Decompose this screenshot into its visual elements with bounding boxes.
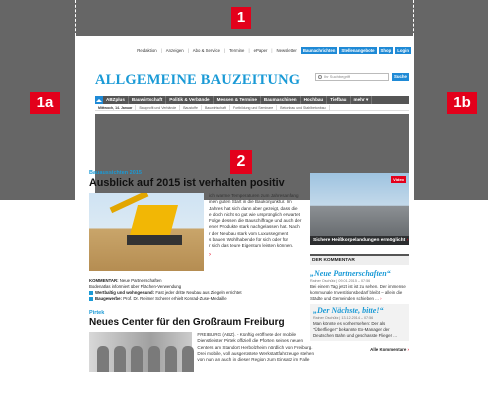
article2-headline[interactable]: Neues Center für den Großraum Freiburg — [89, 317, 314, 328]
site-logo[interactable]: ALLGEMEINE BAUZEITUNG — [95, 72, 300, 89]
video-caption[interactable]: Sichere Heißkorpelandungen ermöglicht › — [310, 236, 409, 245]
kommentar-meta: Rainer Oschütz | 09.01.2015 – 07:56 — [310, 279, 371, 283]
all-comments-arrow: › — [407, 346, 409, 352]
kommentar-heading: DER KOMMENTAR — [310, 254, 409, 265]
read-more-arrow[interactable]: › — [209, 252, 314, 258]
kommentar-more[interactable]: › — [380, 296, 381, 301]
topnav-redaktion[interactable]: Redaktion — [135, 47, 158, 54]
person — [182, 346, 194, 372]
main-navigation: ABZplus Bauwirtschaft Politik & Verbände… — [95, 96, 409, 104]
search-button[interactable]: Suche — [392, 73, 409, 81]
nav-hochbau[interactable]: Hochbau — [301, 96, 328, 104]
article2-kicker[interactable]: Pirtek — [89, 310, 314, 316]
excavator-track — [127, 235, 182, 245]
kommentar-meta: Rainer Oschütz | 13.12.2014 – 07:56 — [313, 316, 374, 321]
nav-politik-verbaende[interactable]: Politik & Verbände — [166, 96, 214, 104]
article-icon — [89, 296, 93, 301]
article-icon — [89, 290, 93, 295]
teaser-line: r sich das teure Eigentum leisten können… — [209, 243, 294, 249]
nav-messen-termine[interactable]: Messen & Termine — [214, 96, 261, 104]
topnav-anzeigen[interactable]: Anzeigen — [164, 47, 186, 54]
subnav-item[interactable]: Bauprofit und Verbände — [136, 105, 181, 110]
top-navigation: Redaktion | Anzeigen | Abo & Service | Term… — [135, 47, 411, 54]
home-button[interactable] — [95, 96, 103, 104]
excavator — [129, 205, 179, 235]
stellenangebote-button[interactable]: Stellenangebote — [339, 47, 377, 54]
person — [97, 346, 109, 372]
topnav-termine[interactable]: Termine — [227, 47, 246, 54]
topnav-epaper[interactable]: ePaper — [252, 47, 270, 54]
zone-label-1b: 1b — [447, 92, 477, 114]
all-comments-link[interactable]: Alle Kommentare › — [310, 347, 409, 352]
video-badge: Video — [391, 176, 406, 183]
article-teaser: ich warme Temperaturen zum Jahresanfang … — [204, 193, 314, 271]
article-lead: ich warme Temperaturen zum Jahresanfang … — [89, 193, 314, 271]
nav-abzplus[interactable]: ABZplus — [103, 96, 129, 104]
teaser-line: Centers am Standort Herbolzheim nördlich… — [197, 344, 313, 350]
subnav-item[interactable]: Fortbildung und Seminare — [230, 105, 278, 110]
nav-baumaschinen[interactable]: Baumaschinen — [261, 96, 301, 104]
article-kicker[interactable]: Bauaussichten 2015 — [89, 170, 314, 176]
topnav-abo-service[interactable]: Abo & Service — [191, 47, 222, 54]
person — [114, 346, 126, 372]
article2-teaser: FREIBURG (ABZ). - Künftig eröffnete der … — [192, 332, 314, 372]
search-icon — [318, 75, 322, 79]
baunachrichten-button[interactable]: Baunachrichten — [300, 47, 338, 54]
main-content: Bauaussichten 2015 Ausblick auf 2015 ist… — [89, 170, 314, 372]
search-input[interactable]: Ihr Suchbegriff — [315, 73, 389, 81]
topnav-newsletter[interactable]: Newsletter — [275, 47, 299, 54]
zone-label-1: 1 — [231, 7, 251, 29]
nav-tiefbau[interactable]: Tiefbau — [327, 96, 351, 104]
article-headline[interactable]: Ausblick auf 2015 ist verhalten positiv — [89, 177, 314, 189]
teaser-line: von nun an auch in dieser Region zum Ein… — [197, 357, 310, 363]
shop-button[interactable]: Shop — [378, 47, 394, 54]
zone-label-1a: 1a — [30, 92, 60, 114]
related-link[interactable]: Baugewerbe: Prof. Dr. Reimer Scherer erh… — [89, 296, 314, 302]
current-date: Mittwoch, 14. Januar — [95, 105, 137, 110]
person — [131, 346, 143, 372]
related-links: KOMMENTAR: Neue Partnerschaften Bodenatl… — [89, 278, 314, 302]
zone-label-2: 2 — [230, 150, 252, 174]
subnav-item[interactable]: Baustoffe — [180, 105, 202, 110]
sub-navigation: Mittwoch, 14. Januar Bauprofit und Verbä… — [95, 105, 409, 111]
article2-lead: FREIBURG (ABZ). - Künftig eröffnete der … — [89, 332, 314, 372]
article-photo[interactable] — [89, 193, 204, 271]
subnav-item[interactable]: Bauwirtschaft — [202, 105, 230, 110]
person — [165, 346, 177, 372]
sidebar: Video Sichere Heißkorpelandungen ermögli… — [310, 173, 409, 352]
kommentar-teaser: Man könnte es vorherrsehen: Der als "Übe… — [313, 321, 397, 338]
subnav-item[interactable]: Betonbau und Stahlbetonbau — [277, 105, 330, 110]
login-button[interactable]: Login — [395, 47, 411, 54]
nav-mehr[interactable]: mehr ▾ — [351, 96, 373, 104]
search-placeholder: Ihr Suchbegriff — [324, 74, 350, 79]
kommentar-box: „Der Nächste, bitte!“ Rainer Oschütz | 1… — [310, 304, 409, 341]
article2-photo[interactable] — [89, 332, 194, 372]
caption-arrow: › — [406, 238, 409, 243]
kommentar-teaser: Bei einem Tag jetzt ist ist zu sehen. De… — [310, 284, 406, 301]
kommentar-title[interactable]: „Neue Partnerschaften“ — [310, 269, 409, 278]
home-icon — [96, 98, 102, 102]
nav-bauwirtschaft[interactable]: Bauwirtschaft — [129, 96, 167, 104]
teaser-line: Dienstleister Pirtek offiziell die Pfort… — [197, 338, 304, 344]
video-teaser[interactable]: Video Sichere Heißkorpelandungen ermögli… — [310, 173, 409, 245]
person — [148, 346, 160, 372]
kommentar-title[interactable]: „Der Nächste, bitte!“ — [313, 306, 406, 315]
teaser-line: ener Produkte stark nachgelassen hat. Na… — [209, 224, 300, 230]
